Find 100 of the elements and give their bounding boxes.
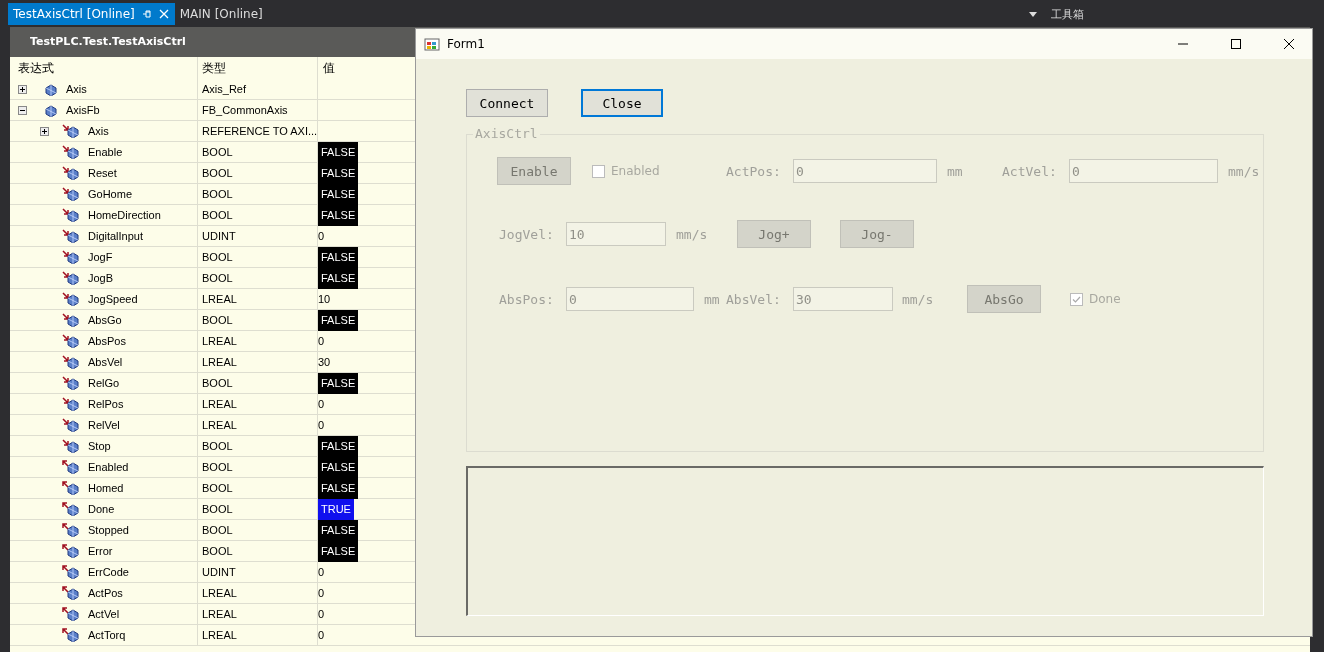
close-icon[interactable] (158, 9, 169, 19)
variable-name: Stop (88, 440, 111, 452)
value-cell: FALSE (318, 435, 359, 457)
output-variable-icon (62, 544, 80, 558)
type-cell: BOOL (202, 146, 233, 158)
type-cell: Axis_Ref (202, 83, 247, 95)
input-variable-icon (62, 355, 80, 369)
unit-label: mm/s (676, 226, 708, 242)
input-variable-icon (62, 271, 80, 285)
expander-icon[interactable] (18, 105, 27, 115)
input-field[interactable]: 0 (793, 159, 937, 183)
form-button[interactable]: Close (581, 89, 663, 117)
type-cell: LREAL (202, 293, 237, 305)
value-cell: 0 (318, 230, 325, 242)
value-cell: FALSE (318, 141, 359, 163)
input-field[interactable]: 0 (1069, 159, 1218, 183)
value-cell: FALSE (318, 309, 359, 331)
type-cell: LREAL (202, 419, 237, 431)
value-cell: 0 (318, 629, 325, 641)
dropdown-caret-icon[interactable] (1029, 11, 1037, 17)
output-variable-icon (62, 607, 80, 621)
document-tab[interactable]: MAIN [Online] (174, 3, 269, 25)
checkbox-icon[interactable] (592, 164, 605, 178)
value-cell: FALSE (318, 519, 359, 541)
type-cell: BOOL (202, 188, 233, 200)
variable-name: RelPos (88, 398, 124, 410)
type-cell: BOOL (202, 524, 233, 536)
input-field[interactable]: 30 (793, 287, 893, 311)
column-header[interactable]: 类型 (202, 59, 226, 77)
type-cell: BOOL (202, 440, 233, 452)
variable-name: Error (88, 545, 113, 557)
value-cell: 10 (318, 293, 331, 305)
variable-name: AbsGo (88, 314, 122, 326)
column-header[interactable]: 值 (323, 59, 335, 77)
value-cell: 0 (318, 587, 325, 599)
value-cell: 0 (318, 335, 325, 347)
variable-name: GoHome (88, 188, 133, 200)
value-cell: FALSE (318, 183, 359, 205)
pin-icon[interactable] (141, 9, 152, 19)
type-cell: BOOL (202, 461, 233, 473)
input-variable-icon (62, 397, 80, 411)
toolbox-title[interactable]: 工具箱 (1051, 6, 1084, 22)
output-variable-icon (62, 481, 80, 495)
variable-name: Enabled (88, 461, 129, 473)
output-variable-icon (62, 628, 80, 642)
input-field[interactable]: 0 (566, 287, 694, 311)
variable-name: Reset (88, 167, 117, 179)
type-cell: BOOL (202, 482, 233, 494)
field-label: ActPos: (726, 163, 781, 179)
form-button[interactable]: Connect (466, 89, 548, 117)
field-label: ActVel: (1002, 163, 1057, 179)
variable-name: Homed (88, 482, 124, 494)
field-label: JogVel: (499, 226, 554, 242)
value-cell: 0 (318, 566, 325, 578)
input-variable-icon (62, 418, 80, 432)
value-cell: FALSE (318, 477, 359, 499)
output-variable-icon (62, 502, 80, 516)
column-header[interactable]: 表达式 (18, 59, 54, 77)
variable-name: JogF (88, 251, 113, 263)
app-icon (424, 36, 440, 52)
unit-label: mm (704, 291, 720, 307)
type-cell: BOOL (202, 503, 233, 515)
unit-label: mm/s (1228, 163, 1260, 179)
type-cell: LREAL (202, 587, 237, 599)
variable-name: AbsPos (88, 335, 126, 347)
type-cell: UDINT (202, 566, 236, 578)
variable-name: ActTorq (88, 629, 126, 641)
type-cell: BOOL (202, 545, 233, 557)
variable-name: ErrCode (88, 566, 129, 578)
input-variable-icon (62, 292, 80, 306)
variable-name: RelVel (88, 419, 120, 431)
type-cell: FB_CommonAxis (202, 104, 288, 116)
type-cell: LREAL (202, 398, 237, 410)
document-tab[interactable]: TestAxisCtrl [Online] (8, 3, 175, 25)
type-cell: BOOL (202, 251, 233, 263)
variable-name: JogSpeed (88, 293, 138, 305)
expander-icon[interactable] (18, 84, 27, 94)
checkbox[interactable]: Done (1070, 292, 1121, 306)
type-cell: BOOL (202, 272, 233, 284)
variable-name: ActPos (88, 587, 123, 599)
variable-name: JogB (88, 272, 114, 284)
value-cell: FALSE (318, 246, 359, 268)
input-variable-icon (62, 439, 80, 453)
variable-name: ActVel (88, 608, 120, 620)
value-cell: FALSE (318, 204, 359, 226)
field-label: AbsVel: (726, 291, 781, 307)
type-cell: BOOL (202, 314, 233, 326)
group-title: AxisCtrl (473, 126, 540, 141)
type-cell: BOOL (202, 377, 233, 389)
variable-name: Axis (88, 125, 109, 137)
type-cell: BOOL (202, 209, 233, 221)
checkbox[interactable]: Enabled (592, 164, 660, 178)
variable-name: AbsVel (88, 356, 123, 368)
checkbox-icon[interactable] (1070, 292, 1083, 306)
variable-name: Axis (66, 83, 87, 95)
expander-icon[interactable] (40, 126, 49, 136)
value-cell: FALSE (318, 456, 359, 478)
value-cell: 30 (318, 356, 331, 368)
output-variable-icon (62, 523, 80, 537)
input-field[interactable]: 10 (566, 222, 666, 246)
